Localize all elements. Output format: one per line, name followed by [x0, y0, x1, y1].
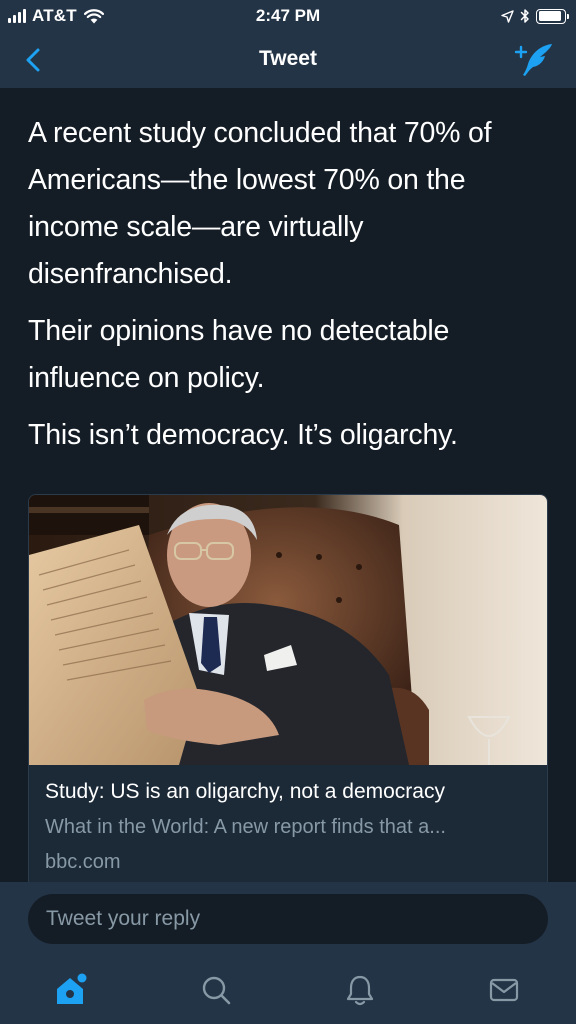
bell-icon [346, 975, 374, 1006]
tab-bar [0, 956, 576, 1024]
reply-bar: Tweet your reply [0, 882, 576, 956]
tab-notifications[interactable] [340, 970, 380, 1010]
tweet-detail-screen: AT&T 2:47 PM Tweet A recent study conclu… [0, 0, 576, 1024]
status-right [501, 6, 569, 26]
navigation-bar: Tweet [0, 32, 576, 88]
search-icon [202, 976, 231, 1005]
clock: 2:47 PM [255, 6, 321, 25]
location-arrow-icon [501, 9, 514, 23]
battery-icon [536, 8, 569, 24]
man-reading-newspaper-photo [29, 495, 547, 765]
bluetooth-icon [520, 9, 529, 23]
tab-search[interactable] [196, 970, 236, 1010]
home-icon [57, 973, 87, 1004]
compose-tweet-button[interactable] [514, 42, 554, 78]
card-description: What in the World: A new report finds th… [45, 816, 446, 838]
page-title: Tweet [259, 47, 317, 70]
tab-home[interactable] [50, 970, 90, 1010]
tweet-paragraph-1: A recent study concluded that 70% of Ame… [28, 117, 492, 290]
card-domain: bbc.com [45, 851, 121, 873]
link-preview-card[interactable]: Study: US is an oligarchy, not a democra… [28, 494, 548, 894]
tweet-paragraph-2: Their opinions have no detectable influe… [28, 315, 450, 394]
status-bar: AT&T 2:47 PM [0, 0, 576, 32]
card-image [29, 495, 547, 765]
card-text: Study: US is an oligarchy, not a democra… [29, 765, 547, 875]
mail-icon [489, 978, 519, 1002]
tweet-paragraph-3: This isn’t democracy. It’s oligarchy. [28, 419, 458, 451]
reply-input[interactable]: Tweet your reply [28, 894, 548, 944]
tweet-text: A recent study concluded that 70% of Ame… [28, 110, 558, 469]
card-title: Study: US is an oligarchy, not a democra… [45, 780, 445, 803]
tab-messages[interactable] [484, 970, 524, 1010]
